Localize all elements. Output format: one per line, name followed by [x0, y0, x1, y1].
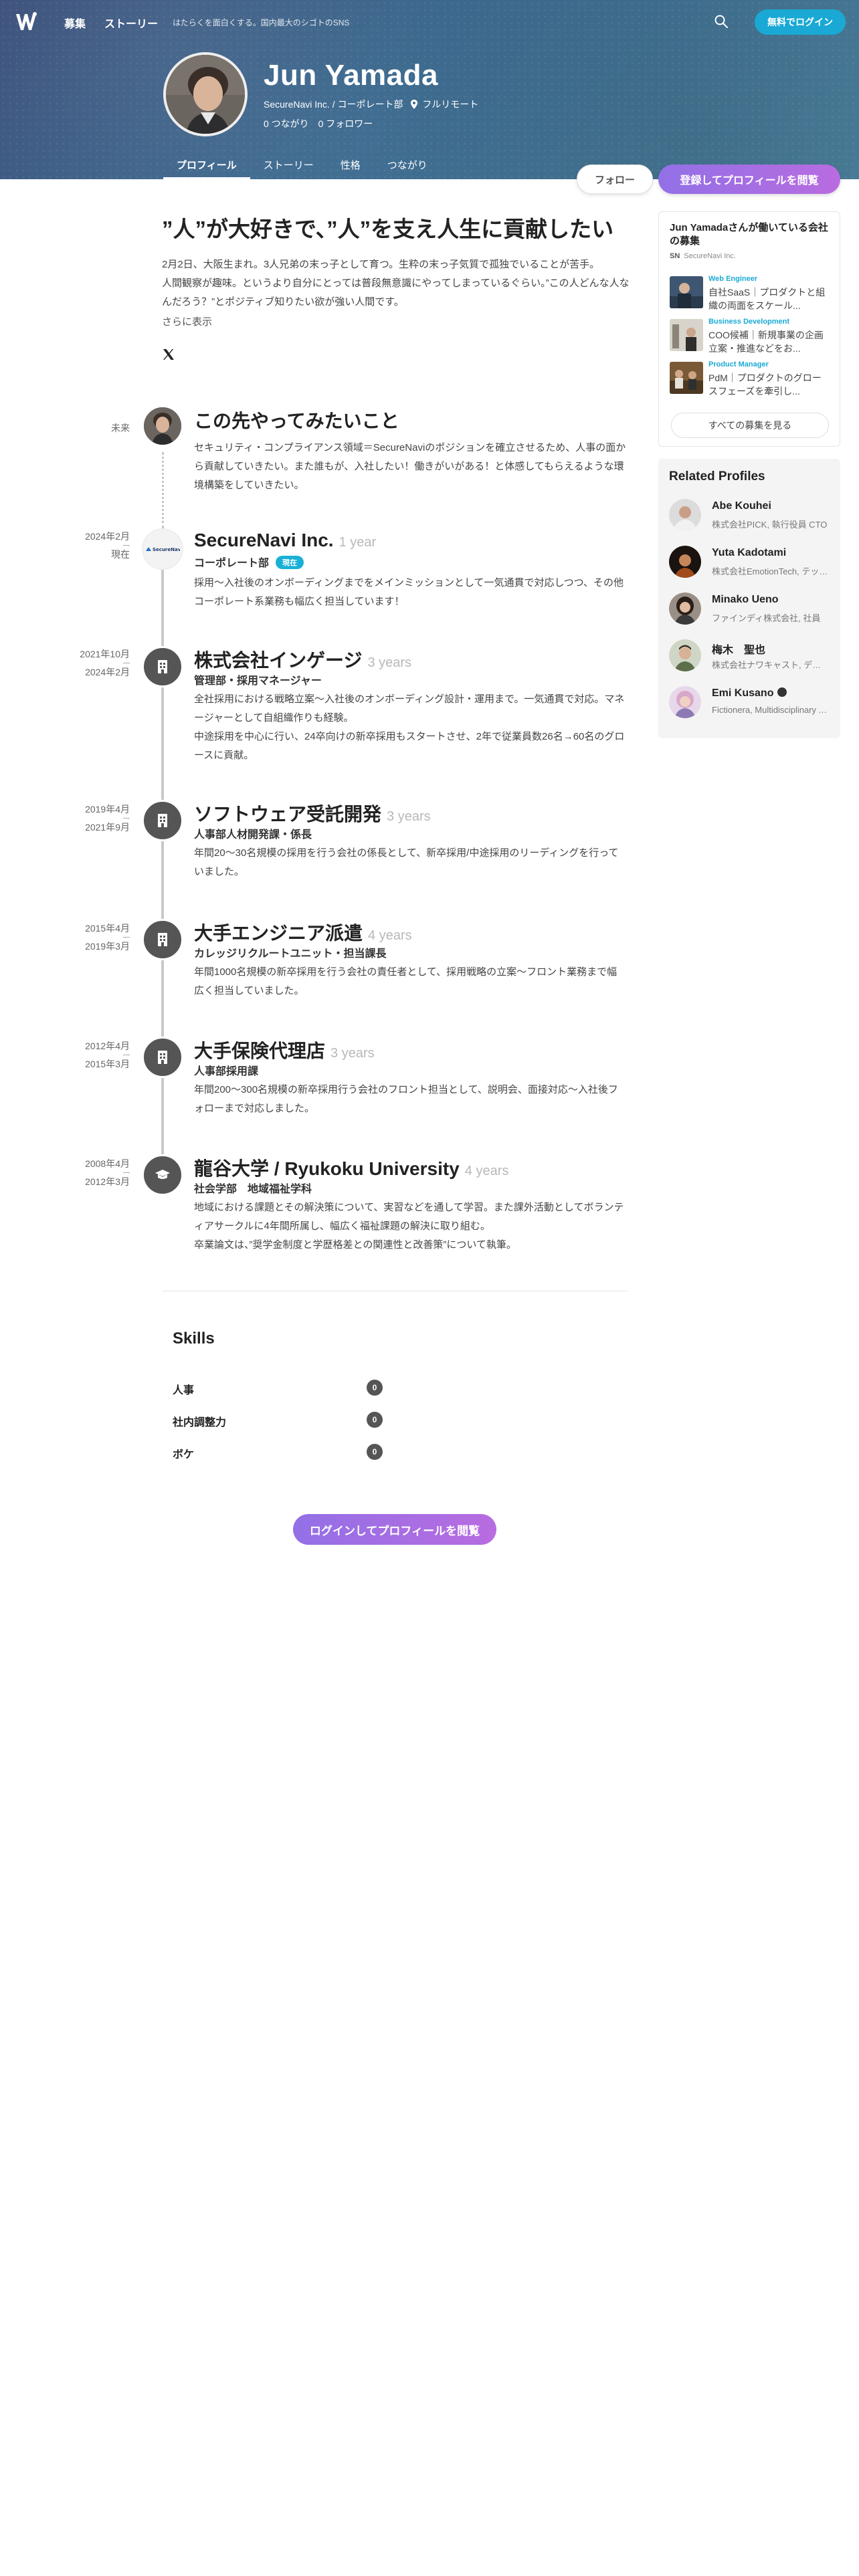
- timeline-title: 株式会社インゲージ 3 years: [194, 650, 412, 671]
- nav-tagline: はたらくを面白くする。国内最大のシゴトのSNS: [173, 18, 350, 27]
- company-building-icon: [142, 646, 183, 687]
- avatar: [669, 593, 701, 625]
- followers-count[interactable]: 0 フォロワー: [318, 118, 373, 129]
- avatar: [669, 499, 701, 531]
- profile-company[interactable]: SecureNavi Inc. / コーポレート部: [264, 99, 403, 110]
- graduation-cap-icon: [142, 1154, 183, 1196]
- tab-profile[interactable]: プロフィール: [163, 158, 250, 179]
- timeline-date: 2024年2月 現在: [85, 531, 130, 560]
- tab-connections[interactable]: つながり: [374, 158, 441, 179]
- related-profile-item[interactable]: Minako Ueno ファインディ株式会社, 社員: [669, 590, 832, 627]
- related-profile-item[interactable]: Emi Kusano Fictionera, Multidisciplinary…: [669, 683, 832, 721]
- skill-endorse-count[interactable]: 0: [367, 1412, 383, 1428]
- timeline-desc: 年間200〜300名規模の新卒採用行う会社のフロント担当として、説明会、面接対応…: [194, 1084, 618, 1114]
- skill-endorse-count[interactable]: 0: [367, 1380, 383, 1396]
- job-item[interactable]: Web Engineer 自社SaaS｜プロダクトと組織の両面をスケール...: [670, 275, 833, 312]
- profile-name: Jun Yamada: [264, 59, 438, 92]
- timeline-title: 大手保険代理店 3 years: [194, 1041, 375, 1061]
- jobs-company[interactable]: SN SecureNavi Inc.: [670, 252, 736, 260]
- timeline-desc: セキュリティ・コンプライアンス領域＝SecureNaviのポジションを確立させる…: [194, 442, 626, 491]
- timeline-dotted-line: [162, 452, 164, 528]
- related-profiles-card: Related Profiles Abe Kouhei 株式会社PICK, 執行…: [658, 459, 840, 738]
- register-view-profile-button[interactable]: 登録してプロフィールを閲覧: [658, 165, 840, 194]
- job-item[interactable]: Product Manager PdM｜プロダクトのグロースフェーズを牽引し..…: [670, 360, 833, 398]
- nav-jobs[interactable]: 募集: [64, 15, 86, 31]
- search-icon[interactable]: [713, 13, 729, 29]
- verified-badge-icon: [777, 687, 787, 697]
- timeline-date: 2019年4月 2021年9月: [85, 804, 130, 833]
- connections-count[interactable]: 0 つながり: [264, 118, 309, 129]
- skills-title: Skills: [173, 1329, 215, 1348]
- timeline-role: 人事部人材開発課・係長: [194, 829, 312, 841]
- svg-text:SecureNavi: SecureNavi: [153, 547, 180, 552]
- skill-endorse-count[interactable]: 0: [367, 1444, 383, 1460]
- profile-stats: 0 つながり 0 フォロワー: [264, 117, 373, 130]
- timeline-role: カレッジリクルートユニット・担当課長: [194, 948, 387, 960]
- job-thumbnail: [670, 319, 703, 351]
- skill-item[interactable]: 人事: [173, 1381, 194, 1397]
- timeline-title: この先やってみたいこと: [194, 411, 399, 431]
- related-profiles-title: Related Profiles: [669, 469, 765, 484]
- show-more-link[interactable]: さらに表示: [162, 314, 212, 328]
- timeline-date: 2008年4月 2012年3月: [85, 1158, 130, 1187]
- timeline-date: 2021年10月 2024年2月: [80, 649, 130, 677]
- timeline-avatar: [142, 405, 183, 447]
- timeline-desc: 年間1000名規模の新卒採用を行う会社の責任者として、採用戦略の立案〜フロント業…: [194, 966, 617, 996]
- see-all-jobs-button[interactable]: すべての募集を見る: [671, 413, 829, 438]
- related-profile-item[interactable]: Yuta Kadotami 株式会社EmotionTech, テックリード: [669, 543, 832, 580]
- company-jobs-card: Jun Yamadaさんが働いている会社の募集 SN SecureNavi Inc…: [658, 211, 840, 447]
- profile-avatar: [163, 52, 248, 136]
- timeline-desc: 全社採用における戦略立案〜入社後のオンボーディング設計・運用まで。一気通貫で対応…: [194, 693, 625, 761]
- securenavi-logo-icon[interactable]: SecureNavi: [142, 528, 183, 570]
- company-building-icon: [142, 1037, 183, 1078]
- timeline-desc: 年間20〜30名規模の採用を行う会社の係長として、新卒採用/中途採用のリーディン…: [194, 847, 619, 877]
- job-item[interactable]: Business Development COO候補｜新規事業の企画立案・推進な…: [670, 318, 833, 355]
- timeline-desc: 地域における課題とその解決策について、実習などを通して学習。また課外活動としてボ…: [194, 1202, 624, 1251]
- timeline-title: 龍谷大学 / Ryukoku University 4 years: [194, 1158, 509, 1179]
- timeline-role: 人事部採用課: [194, 1066, 259, 1077]
- timeline-title: ソフトウェア受託開発 3 years: [194, 804, 431, 825]
- profile-location: フルリモート: [422, 99, 479, 110]
- company-building-icon: [142, 800, 183, 841]
- top-nav: 募集 ストーリー はたらくを面白くする。国内最大のシゴトのSNS 無料でログイン: [0, 0, 859, 44]
- timeline-desc: 採用〜入社後のオンボーディングまでをメインミッションとして一気通貫で対応しつつ、…: [194, 577, 624, 607]
- avatar: [669, 686, 701, 718]
- job-thumbnail: [670, 362, 703, 394]
- login-button[interactable]: 無料でログイン: [755, 9, 846, 35]
- timeline-date: 2012年4月 2015年3月: [85, 1041, 130, 1069]
- wantedly-logo-icon[interactable]: [15, 11, 37, 33]
- related-profile-item[interactable]: 梅木 聖也 株式会社ナワキャスト, デザイナー: [669, 637, 832, 674]
- profile-company-line: SecureNavi Inc. / コーポレート部 フルリモート: [264, 98, 478, 111]
- timeline-title: SecureNavi Inc. 1 year: [194, 530, 377, 550]
- timeline-role: コーポレート部 現在: [194, 554, 304, 570]
- profile-header: 募集 ストーリー はたらくを面白くする。国内最大のシゴトのSNS 無料でログイン…: [0, 0, 859, 179]
- follow-button[interactable]: フォロー: [577, 165, 653, 194]
- avatar: [669, 639, 701, 671]
- avatar: [669, 546, 701, 578]
- skill-item[interactable]: 社内調整力: [173, 1413, 226, 1429]
- nav-stories[interactable]: ストーリー: [104, 15, 158, 31]
- company-mark-icon: SN: [670, 252, 680, 260]
- login-view-profile-button[interactable]: ログインしてプロフィールを閲覧: [293, 1514, 496, 1545]
- x-twitter-icon[interactable]: [162, 348, 175, 361]
- timeline-title: 大手エンジニア派遣 4 years: [194, 923, 412, 944]
- profile-headline: ”人”が大好きで、”人”を支え人生に貢献したい: [162, 217, 614, 241]
- job-thumbnail: [670, 276, 703, 308]
- skill-item[interactable]: ボケ: [173, 1445, 194, 1461]
- timeline-role: 社会学部 地域福祉学科: [194, 1184, 312, 1195]
- timeline-role: 管理部・採用マネージャー: [194, 675, 322, 687]
- related-profile-item[interactable]: Abe Kouhei 株式会社PICK, 執行役員 CTO: [669, 496, 832, 534]
- profile-tabs: プロフィール ストーリー 性格 つながり: [163, 158, 441, 179]
- company-building-icon: [142, 919, 183, 960]
- profile-bio: 2月2日、大阪生まれ。3人兄弟の末っ子として育つ。生粋の末っ子気質で孤独でいるこ…: [162, 259, 630, 308]
- timeline-date: 未来: [111, 423, 130, 433]
- timeline-date: 2015年4月 2019年3月: [85, 923, 130, 952]
- location-pin-icon: [411, 100, 418, 109]
- tab-personality[interactable]: 性格: [327, 158, 374, 179]
- jobs-card-title: Jun Yamadaさんが働いている会社の募集: [670, 222, 828, 247]
- current-badge: 現在: [276, 556, 304, 569]
- tab-stories[interactable]: ストーリー: [250, 158, 327, 179]
